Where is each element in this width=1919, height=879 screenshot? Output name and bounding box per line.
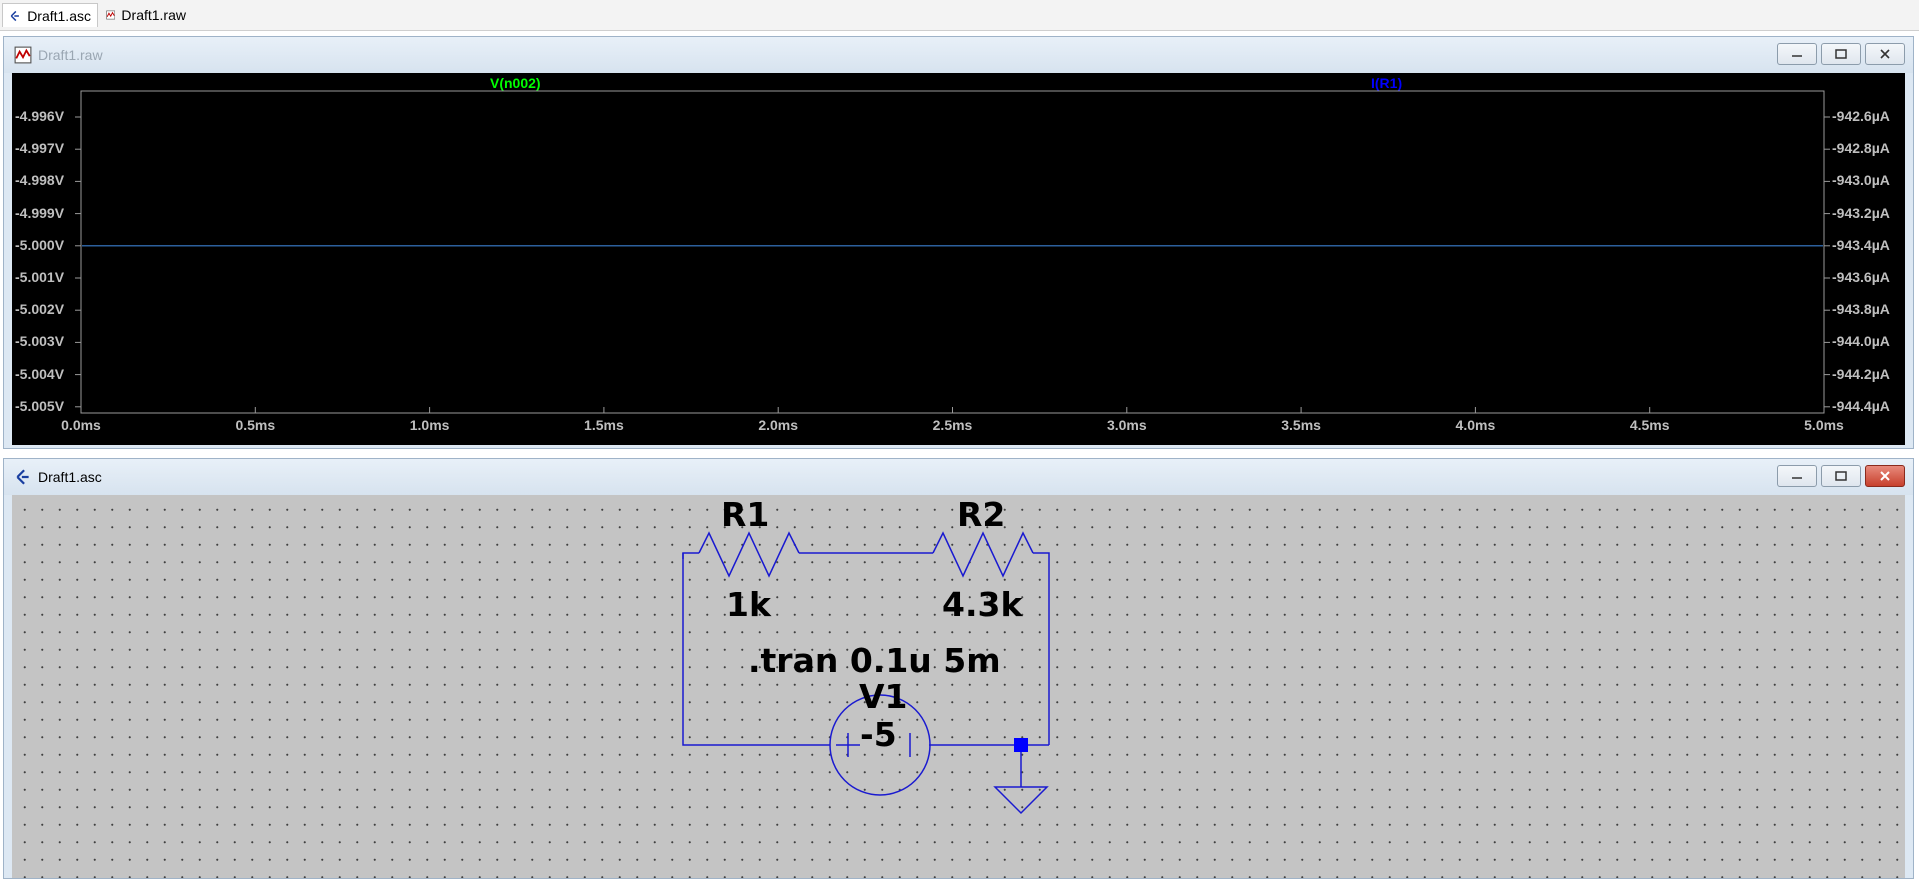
restore-icon [1835,471,1847,481]
right-axis-tick-label: -944.4µA [1832,397,1890,414]
left-axis-tick-label: -4.999V [15,204,65,221]
v1-value-label[interactable]: -5 [860,715,897,754]
left-axis-tick-label: -4.996V [15,108,65,124]
left-axis-tick-label: -5.003V [15,333,65,350]
restore-button[interactable] [1821,43,1861,65]
right-axis-tick-label: -943.4µA [1832,236,1890,253]
waveform-plot-area[interactable]: V(n002) I(R1) -4.996V -4.997V -4.998V -4.99… [12,73,1905,445]
schematic-window: Draft1.asc R1 R2 1k 4.3k .tran 0.1u 5m V… [3,458,1914,879]
x-axis-tick-label: 1.5ms [584,417,624,433]
schematic-window-titlebar[interactable]: Draft1.asc [4,459,1913,495]
minimize-icon [1792,477,1802,479]
right-axis-tick-label: -943.8µA [1832,301,1890,318]
left-axis-tick-label: -4.998V [15,172,65,189]
schematic-icon [10,10,19,21]
waveform-window-titlebar[interactable]: Draft1.raw [4,37,1913,73]
x-axis-tick-label: 0.5ms [235,417,276,433]
schematic-canvas[interactable]: R1 R2 1k 4.3k .tran 0.1u 5m V1 -5 [12,495,1905,878]
tab-draft1-asc[interactable]: Draft1.asc [2,3,98,27]
resistor-r1-symbol [698,531,800,578]
left-axis-tick-label: -5.004V [15,365,65,382]
right-axis-tick-label: -944.0µA [1832,333,1890,350]
plot-axes [75,90,1830,414]
x-axis-tick-label: 5.0ms [1804,417,1844,433]
document-tab-strip: Draft1.asc Draft1.raw [0,0,1919,31]
wire-junction [1014,738,1028,752]
left-axis-tick-label: -5.002V [15,301,65,318]
minimize-button[interactable] [1777,43,1817,65]
r1-value-label[interactable]: 1k [726,585,771,624]
r1-name-label[interactable]: R1 [721,495,769,534]
resistor-r2-symbol [932,531,1034,578]
waveform-window: Draft1.raw V(n002) I(R1) -4.996V -4.997V -… [3,36,1914,449]
schematic-icon [16,469,29,485]
tab-draft1-raw[interactable]: Draft1.raw [100,3,192,27]
x-axis-tick-label: 2.5ms [932,417,973,433]
window-title: Draft1.raw [38,47,103,63]
waveform-icon [106,10,116,20]
r2-value-label[interactable]: 4.3k [942,585,1022,624]
x-axis-tick-marks [80,407,1825,413]
close-button[interactable] [1865,465,1905,487]
ground-symbol [993,786,1049,815]
close-icon [1880,471,1890,481]
x-axis-tick-label: 2.0ms [758,417,799,433]
x-axis-tick-label: 4.0ms [1455,417,1496,433]
right-axis-tick-marks [1824,116,1830,408]
waveform-icon [14,46,32,64]
wire [1033,552,1050,745]
restore-icon [1835,49,1847,59]
left-axis-tick-label: -4.997V [15,140,65,157]
right-axis-tick-label: -943.0µA [1832,172,1890,189]
close-button[interactable] [1865,43,1905,65]
v1-name-label[interactable]: V1 [859,677,908,716]
tab-label: Draft1.raw [121,7,186,23]
right-axis-tick-label: -943.2µA [1832,204,1890,221]
window-title: Draft1.asc [38,469,102,485]
restore-button[interactable] [1821,465,1861,487]
right-axis-tick-label: -942.8µA [1832,140,1890,157]
left-axis-tick-label: -5.005V [15,397,65,414]
x-axis-tick-label: 4.5ms [1629,417,1670,433]
right-axis-tick-label: -943.6µA [1832,269,1890,285]
plot-frame [80,90,1825,414]
right-axis-tick-label: -944.2µA [1832,365,1890,382]
x-axis-tick-label: 0.0ms [61,417,101,433]
minimize-button[interactable] [1777,465,1817,487]
x-axis-tick-label: 3.0ms [1106,417,1147,433]
wire [682,552,699,559]
minimize-icon [1792,55,1802,57]
tab-label: Draft1.asc [27,7,91,24]
r2-name-label[interactable]: R2 [957,495,1005,534]
spice-directive-tran[interactable]: .tran 0.1u 5m [748,641,1001,680]
x-axis-tick-label: 1.0ms [409,417,450,433]
schematic-drawing [682,531,1050,815]
left-axis-tick-marks [75,116,81,408]
left-axis-tick-label: -5.000V [15,236,65,253]
left-axis-tick-label: -5.001V [15,269,65,285]
right-axis-tick-label: -942.6µA [1832,108,1890,124]
x-axis-tick-label: 3.5ms [1281,417,1321,433]
close-icon [1880,49,1890,59]
